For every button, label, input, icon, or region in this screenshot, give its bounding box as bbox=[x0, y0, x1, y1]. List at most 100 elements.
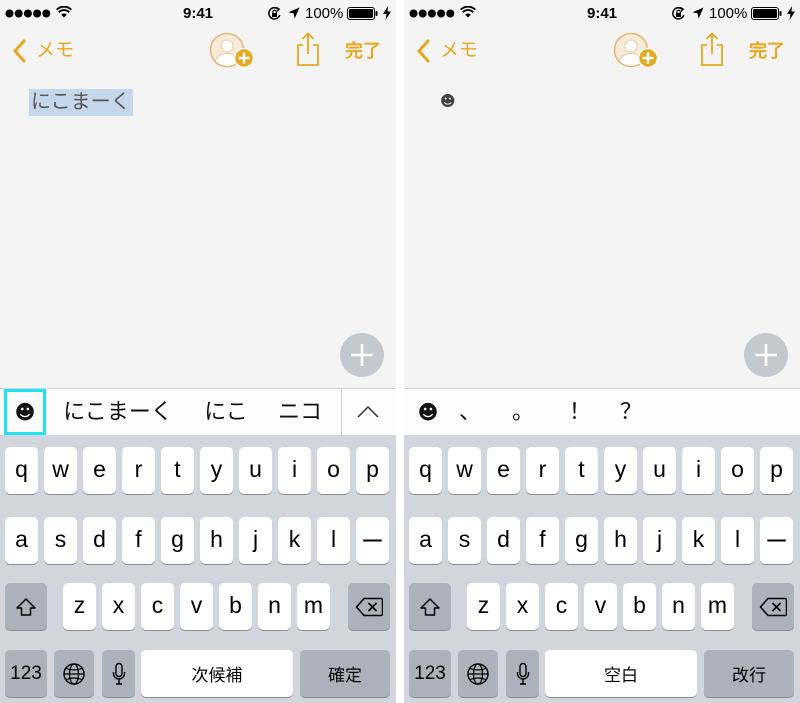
candidate-item[interactable]: ニコ bbox=[270, 389, 330, 435]
candidate-item[interactable]: 、 bbox=[450, 389, 490, 435]
key-e[interactable]: e bbox=[487, 447, 520, 494]
done-button[interactable]: 完了 bbox=[345, 40, 381, 62]
done-button[interactable]: 完了 bbox=[749, 40, 785, 62]
key-x[interactable]: x bbox=[506, 583, 539, 630]
numbers-key[interactable]: 123 bbox=[5, 650, 47, 697]
charging-icon bbox=[383, 6, 391, 20]
add-person-icon[interactable] bbox=[208, 31, 255, 69]
key-v[interactable]: v bbox=[584, 583, 617, 630]
space-key[interactable]: 空白 bbox=[545, 650, 697, 697]
key-s[interactable]: s bbox=[448, 517, 481, 564]
key-e[interactable]: e bbox=[83, 447, 116, 494]
key-y[interactable]: y bbox=[200, 447, 233, 494]
key-c[interactable]: c bbox=[545, 583, 578, 630]
key-k[interactable]: k bbox=[682, 517, 715, 564]
key-a[interactable]: a bbox=[5, 517, 38, 564]
key-c[interactable]: c bbox=[141, 583, 174, 630]
key-long-vowel[interactable]: ー bbox=[760, 517, 793, 564]
globe-key[interactable] bbox=[54, 650, 94, 697]
mic-icon bbox=[112, 662, 125, 685]
key-x[interactable]: x bbox=[102, 583, 135, 630]
key-r[interactable]: r bbox=[122, 447, 155, 494]
key-i[interactable]: i bbox=[278, 447, 311, 494]
key-z[interactable]: z bbox=[63, 583, 96, 630]
key-i[interactable]: i bbox=[682, 447, 715, 494]
key-q[interactable]: q bbox=[409, 447, 442, 494]
back-button[interactable]: メモ bbox=[412, 32, 484, 70]
candidate-item[interactable]: にこ bbox=[196, 389, 256, 435]
key-d[interactable]: d bbox=[83, 517, 116, 564]
key-k[interactable]: k bbox=[278, 517, 311, 564]
shift-icon bbox=[420, 597, 440, 616]
candidate-item[interactable]: 。 bbox=[503, 389, 543, 435]
key-n[interactable]: n bbox=[258, 583, 291, 630]
battery-percent: 100% bbox=[305, 5, 344, 22]
key-h[interactable]: h bbox=[604, 517, 637, 564]
delete-icon bbox=[759, 597, 787, 616]
key-y[interactable]: y bbox=[604, 447, 637, 494]
status-bar: 9:41 100% bbox=[404, 0, 800, 27]
delete-key[interactable] bbox=[752, 583, 794, 630]
candidate-item[interactable]: にこまーく bbox=[60, 389, 176, 435]
mic-key[interactable] bbox=[506, 650, 539, 697]
next-candidate-key[interactable]: 次候補 bbox=[141, 650, 293, 697]
key-l[interactable]: l bbox=[317, 517, 350, 564]
key-u[interactable]: u bbox=[643, 447, 676, 494]
delete-key[interactable] bbox=[348, 583, 390, 630]
key-w[interactable]: w bbox=[44, 447, 77, 494]
back-button-label: メモ bbox=[36, 40, 75, 61]
key-f[interactable]: f bbox=[526, 517, 559, 564]
key-m[interactable]: m bbox=[701, 583, 734, 630]
share-icon[interactable] bbox=[699, 31, 725, 67]
shift-key[interactable] bbox=[5, 583, 47, 630]
add-button[interactable] bbox=[744, 333, 788, 377]
back-button[interactable]: メモ bbox=[8, 32, 80, 70]
key-n[interactable]: n bbox=[662, 583, 695, 630]
battery-percent: 100% bbox=[709, 5, 748, 22]
return-key[interactable]: 改行 bbox=[704, 650, 794, 697]
key-v[interactable]: v bbox=[180, 583, 213, 630]
key-g[interactable]: g bbox=[161, 517, 194, 564]
key-p[interactable]: p bbox=[760, 447, 793, 494]
key-j[interactable]: j bbox=[239, 517, 272, 564]
key-r[interactable]: r bbox=[526, 447, 559, 494]
key-b[interactable]: b bbox=[219, 583, 252, 630]
share-icon[interactable] bbox=[295, 31, 321, 67]
key-p[interactable]: p bbox=[356, 447, 389, 494]
key-z[interactable]: z bbox=[467, 583, 500, 630]
key-h[interactable]: h bbox=[200, 517, 233, 564]
key-s[interactable]: s bbox=[44, 517, 77, 564]
keyboard: q w e r t y u i o p a s d f g h j k l ー … bbox=[0, 435, 396, 703]
confirm-key[interactable]: 確定 bbox=[300, 650, 390, 697]
key-t[interactable]: t bbox=[161, 447, 194, 494]
numbers-key[interactable]: 123 bbox=[409, 650, 451, 697]
key-t[interactable]: t bbox=[565, 447, 598, 494]
key-m[interactable]: m bbox=[297, 583, 330, 630]
plus-icon bbox=[351, 344, 373, 366]
key-a[interactable]: a bbox=[409, 517, 442, 564]
key-j[interactable]: j bbox=[643, 517, 676, 564]
add-person-icon[interactable] bbox=[612, 31, 659, 69]
note-body[interactable]: ☻ bbox=[404, 76, 800, 388]
chevron-up-icon[interactable] bbox=[356, 405, 380, 419]
key-o[interactable]: o bbox=[721, 447, 754, 494]
note-body[interactable]: にこまーく bbox=[0, 76, 396, 388]
charging-icon bbox=[787, 6, 795, 20]
key-o[interactable]: o bbox=[317, 447, 350, 494]
key-f[interactable]: f bbox=[122, 517, 155, 564]
mic-key[interactable] bbox=[102, 650, 135, 697]
candidate-item[interactable]: ！ bbox=[560, 389, 600, 435]
key-g[interactable]: g bbox=[565, 517, 598, 564]
globe-key[interactable] bbox=[458, 650, 498, 697]
key-b[interactable]: b bbox=[623, 583, 656, 630]
add-button[interactable] bbox=[340, 333, 384, 377]
shift-key[interactable] bbox=[409, 583, 451, 630]
key-u[interactable]: u bbox=[239, 447, 272, 494]
key-long-vowel[interactable]: ー bbox=[356, 517, 389, 564]
emoji-candidate[interactable]: ☻ bbox=[408, 389, 448, 435]
key-d[interactable]: d bbox=[487, 517, 520, 564]
key-q[interactable]: q bbox=[5, 447, 38, 494]
candidate-item[interactable]: ？ bbox=[611, 389, 651, 435]
key-w[interactable]: w bbox=[448, 447, 481, 494]
key-l[interactable]: l bbox=[721, 517, 754, 564]
